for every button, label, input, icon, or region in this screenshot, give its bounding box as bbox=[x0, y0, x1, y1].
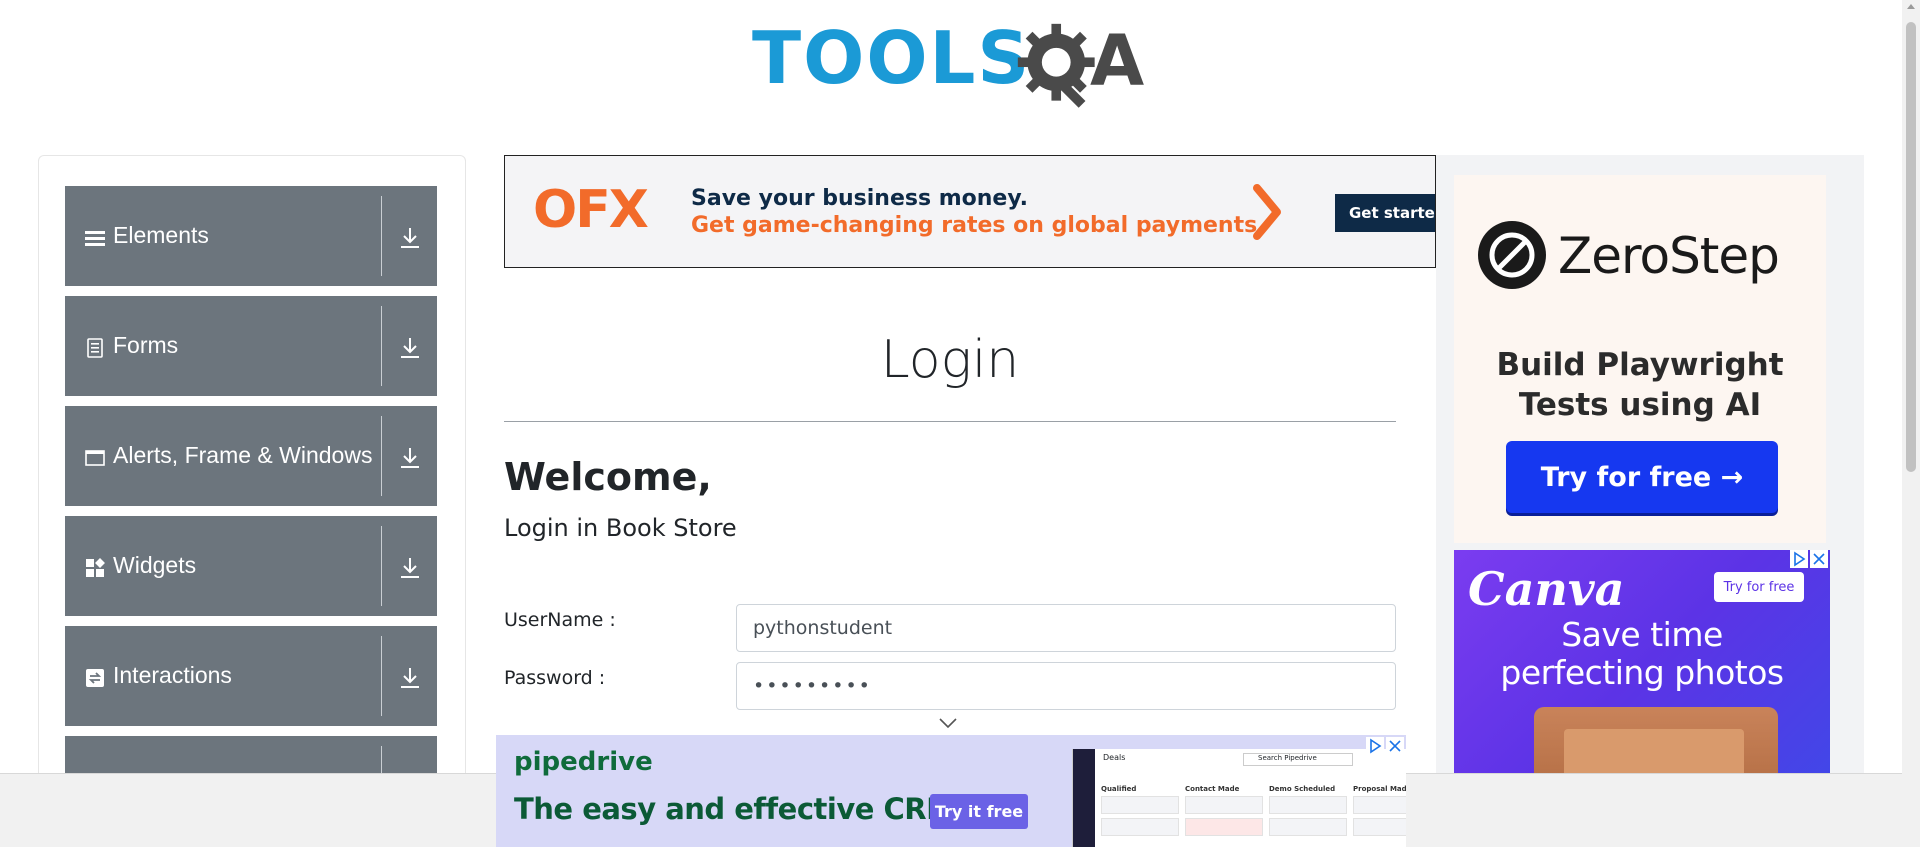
download-icon bbox=[401, 228, 419, 248]
preview-column: Demo Scheduled bbox=[1269, 785, 1347, 845]
canva-logo: Canva bbox=[1468, 562, 1625, 616]
preview-column: Qualified bbox=[1101, 785, 1179, 845]
pipedrive-try-button[interactable]: Try it free bbox=[930, 794, 1028, 829]
chevron-down-icon[interactable] bbox=[938, 716, 958, 730]
download-icon bbox=[401, 668, 419, 688]
close-ad-icon[interactable] bbox=[1386, 737, 1404, 755]
chevron-right-icon bbox=[1253, 184, 1281, 240]
zerostep-tagline-line2: Tests using AI bbox=[1518, 387, 1762, 423]
zerostep-ad[interactable]: ZeroStep Build Playwright Tests using AI… bbox=[1454, 175, 1826, 543]
canva-try-button[interactable]: Try for free bbox=[1714, 572, 1804, 602]
preview-column-title: Qualified bbox=[1101, 785, 1137, 793]
username-input[interactable] bbox=[736, 604, 1396, 652]
scroll-up-arrow-icon[interactable] bbox=[1907, 4, 1915, 9]
username-label: UserName : bbox=[504, 609, 616, 631]
canva-headline-line1: Save time bbox=[1561, 615, 1723, 654]
sidebar-group-label: Interactions bbox=[113, 662, 232, 688]
logo-a: A bbox=[1090, 20, 1145, 102]
page-title: Login bbox=[880, 330, 1020, 390]
sidebar-group-elements[interactable]: Elements bbox=[65, 186, 437, 286]
zerostep-brand: ZeroStep bbox=[1558, 227, 1780, 285]
logo-text: TOOLS bbox=[752, 16, 1032, 100]
adchoices-icon[interactable] bbox=[1790, 550, 1808, 568]
password-label: Password : bbox=[504, 667, 606, 689]
interactions-icon bbox=[86, 669, 104, 687]
divider bbox=[381, 636, 382, 716]
sidebar-group-interactions[interactable]: Interactions bbox=[65, 626, 437, 726]
sidebar-group-label: Forms bbox=[113, 332, 179, 358]
preview-search: Search Pipedrive bbox=[1243, 753, 1353, 766]
document-icon bbox=[87, 338, 103, 358]
preview-title: Deals bbox=[1103, 753, 1126, 762]
ofx-logo: OFX bbox=[533, 180, 649, 240]
title-divider bbox=[504, 421, 1396, 422]
ofx-ad-line1: Save your business money. bbox=[691, 186, 1029, 211]
pipedrive-logo: pipedrive bbox=[514, 747, 653, 777]
widgets-icon bbox=[86, 558, 105, 577]
get-started-button[interactable]: Get started bbox=[1335, 194, 1435, 232]
zerostep-logo-icon bbox=[1478, 221, 1546, 289]
preview-column: Contact Made bbox=[1185, 785, 1263, 845]
divider bbox=[381, 196, 382, 276]
divider bbox=[381, 416, 382, 496]
download-icon bbox=[401, 338, 419, 358]
sidebar-group-forms[interactable]: Forms bbox=[65, 296, 437, 396]
welcome-heading: Welcome, bbox=[504, 455, 712, 499]
sidebar-group-widgets[interactable]: Widgets bbox=[65, 516, 437, 616]
preview-column-title: Contact Made bbox=[1185, 785, 1240, 793]
close-ad-icon[interactable] bbox=[1810, 550, 1828, 568]
adchoices-icon[interactable] bbox=[1366, 737, 1384, 755]
window-icon bbox=[85, 450, 105, 466]
divider bbox=[381, 306, 382, 386]
login-subtitle: Login in Book Store bbox=[504, 514, 737, 542]
zerostep-tagline-line1: Build Playwright bbox=[1496, 347, 1784, 383]
hamburger-icon bbox=[85, 231, 105, 246]
pipedrive-ad[interactable]: pipedrive The easy and effective CRM Try… bbox=[496, 735, 1406, 847]
sidebar-group-label: Elements bbox=[113, 222, 209, 248]
ofx-ad-line2: Get game-changing rates on global paymen… bbox=[691, 213, 1266, 238]
divider bbox=[381, 526, 382, 606]
preview-column-title: Proposal Made bbox=[1353, 785, 1406, 793]
toolsqa-logo[interactable]: TOOLS A bbox=[752, 18, 1152, 114]
download-icon bbox=[401, 558, 419, 578]
preview-column-title: Demo Scheduled bbox=[1269, 785, 1336, 793]
scroll-thumb[interactable] bbox=[1906, 22, 1916, 472]
left-sidebar: Elements Forms Alerts, Frame & Windows W… bbox=[38, 155, 466, 847]
sidebar-group-alerts-frame-windows[interactable]: Alerts, Frame & Windows bbox=[65, 406, 437, 506]
canva-headline-line2: perfecting photos bbox=[1500, 653, 1784, 692]
sidebar-group-label: Alerts, Frame & Windows bbox=[113, 442, 373, 468]
preview-column: Proposal Made bbox=[1353, 785, 1406, 845]
pipedrive-app-preview: Deals Search Pipedrive Qualified Contact… bbox=[1072, 749, 1406, 847]
password-input[interactable]: ••••••••• bbox=[736, 662, 1396, 710]
right-ad-column: ZeroStep Build Playwright Tests using AI… bbox=[1436, 155, 1864, 847]
ofx-ad-banner[interactable]: OFX Save your business money. Get game-c… bbox=[504, 155, 1436, 268]
download-icon bbox=[401, 448, 419, 468]
pipedrive-preview-sidebar bbox=[1073, 749, 1095, 847]
canva-headline: Save time perfecting photos bbox=[1454, 616, 1830, 692]
sidebar-group-label: Widgets bbox=[113, 552, 197, 578]
page-scrollbar[interactable] bbox=[1902, 0, 1920, 847]
zerostep-try-button[interactable]: Try for free → bbox=[1506, 441, 1778, 513]
zerostep-tagline: Build Playwright Tests using AI bbox=[1454, 345, 1826, 425]
pipedrive-slogan: The easy and effective CRM bbox=[514, 792, 955, 826]
